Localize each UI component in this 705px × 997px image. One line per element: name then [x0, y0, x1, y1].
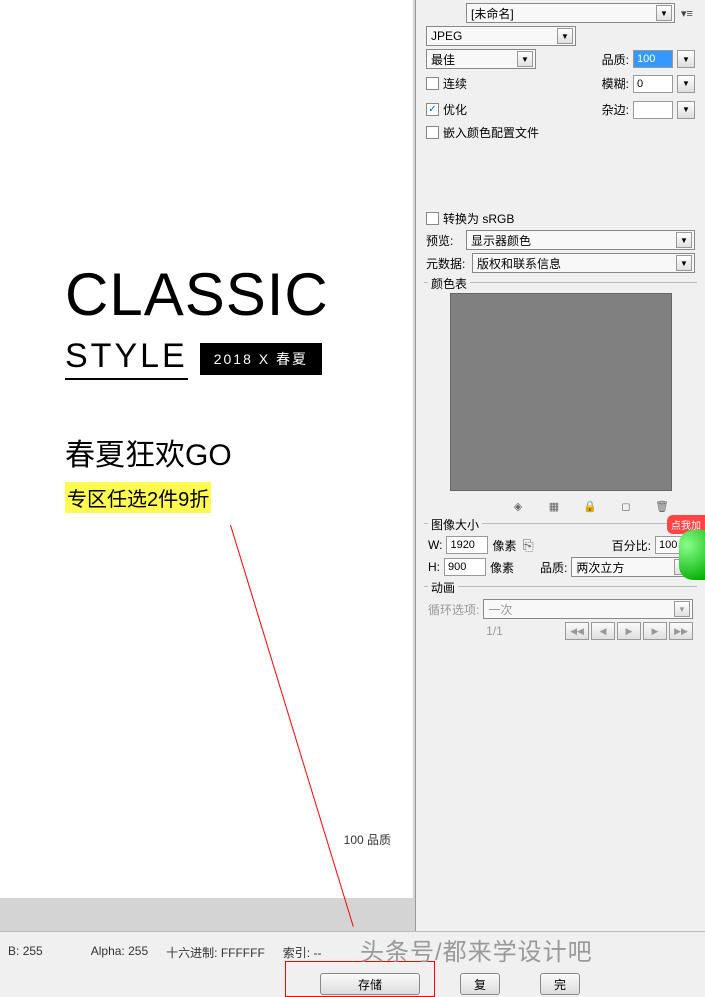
preset-dropdown[interactable]: [未命名] ▼ — [466, 3, 675, 23]
height-input[interactable] — [444, 558, 486, 576]
index-label: 索引: — [283, 946, 310, 960]
quality-input[interactable] — [633, 50, 673, 68]
prev-frame-button[interactable]: ◀ — [591, 622, 615, 640]
chevron-down-icon: ▼ — [674, 601, 690, 617]
loop-value: 一次 — [488, 601, 512, 618]
preview-dropdown[interactable]: 显示器颜色 ▼ — [466, 230, 695, 250]
loop-dropdown[interactable]: 一次 ▼ — [483, 599, 693, 619]
design-subtitle: STYLE — [65, 337, 188, 380]
first-frame-button[interactable]: ◀◀ — [565, 622, 589, 640]
eyedropper-icon[interactable]: ◈ — [511, 499, 525, 513]
chevron-down-icon: ▼ — [676, 232, 692, 248]
quality-label: 品质: — [602, 51, 629, 68]
menu-icon[interactable]: ▾≡ — [679, 5, 695, 21]
status-bar: B: 255 Alpha: 255 十六进制: FFFFFF 索引: -- 存储… — [0, 931, 705, 987]
metadata-dropdown[interactable]: 版权和联系信息 ▼ — [472, 253, 695, 273]
save-button[interactable]: 存储 — [320, 973, 420, 995]
animation-title: 动画 — [428, 579, 458, 596]
chevron-down-icon: ▼ — [557, 28, 573, 44]
hex-value: FFFFFF — [221, 946, 265, 960]
metadata-value: 版权和联系信息 — [477, 255, 561, 272]
width-unit: 像素 — [492, 537, 516, 554]
progressive-checkbox[interactable] — [426, 77, 439, 90]
hex-label: 十六进制: — [166, 946, 217, 960]
matte-label: 杂边: — [602, 101, 629, 118]
height-unit: 像素 — [490, 559, 514, 576]
preset-value: [未命名] — [471, 5, 514, 22]
play-button[interactable]: ▶ — [617, 622, 641, 640]
blur-input[interactable] — [633, 75, 673, 93]
blur-label: 模糊: — [602, 75, 629, 92]
srgb-checkbox[interactable] — [426, 212, 439, 225]
b-value: 255 — [23, 944, 43, 958]
chevron-down-icon[interactable]: ▼ — [677, 101, 695, 119]
promo-subtitle: 专区任选2件9折 — [65, 482, 211, 513]
format-dropdown[interactable]: JPEG ▼ — [426, 26, 576, 46]
resample-label: 品质: — [540, 559, 567, 576]
chevron-down-icon: ▼ — [517, 51, 533, 67]
height-label: H: — [428, 560, 440, 574]
copy-button[interactable]: 复 — [460, 973, 500, 995]
srgb-label: 转换为 sRGB — [443, 210, 514, 227]
loop-label: 循环选项: — [428, 601, 479, 618]
metadata-label: 元数据: — [426, 255, 468, 272]
optimize-label: 优化 — [443, 101, 467, 118]
matte-swatch[interactable] — [633, 101, 673, 119]
resample-dropdown[interactable]: 两次立方 ▼ — [571, 557, 693, 577]
embed-profile-label: 嵌入颜色配置文件 — [443, 124, 539, 141]
percent-label: 百分比: — [612, 537, 651, 554]
progressive-label: 连续 — [443, 75, 467, 92]
new-icon[interactable]: ◻ — [619, 499, 633, 513]
design-badge: 2018 X 春夏 — [200, 343, 322, 375]
page-indicator: 1/1 — [428, 624, 561, 638]
chevron-down-icon[interactable]: ▼ — [677, 75, 695, 93]
preview-label: 预览: — [426, 232, 462, 249]
link-icon[interactable]: ⎘ — [522, 537, 533, 554]
alpha-label: Alpha: — [91, 944, 125, 958]
resample-value: 两次立方 — [576, 559, 624, 576]
chevron-down-icon: ▼ — [676, 255, 692, 271]
format-quality-dropdown[interactable]: 最佳 ▼ — [426, 49, 536, 69]
image-size-title: 图像大小 — [428, 516, 482, 533]
done-button[interactable]: 完 — [540, 973, 580, 995]
color-table — [450, 293, 672, 491]
chevron-down-icon[interactable]: ▼ — [677, 50, 695, 68]
promo-title: 春夏狂欢GO — [65, 430, 393, 474]
export-panel: [未命名] ▼ ▾≡ JPEG ▼ 最佳 ▼ 品质: ▼ — [415, 0, 705, 987]
lock-icon[interactable]: 🔒 — [583, 499, 597, 513]
b-label: B: — [8, 944, 19, 958]
width-input[interactable] — [446, 536, 488, 554]
chevron-down-icon: ▼ — [656, 5, 672, 21]
quality-footer: 100 品质 — [344, 831, 391, 848]
embed-profile-checkbox[interactable] — [426, 126, 439, 139]
optimize-checkbox[interactable]: ✓ — [426, 103, 439, 116]
design-title: CLASSIC — [65, 260, 393, 329]
index-value: -- — [313, 946, 321, 960]
palette-icon[interactable]: ▦ — [547, 499, 561, 513]
chat-bubble-icon[interactable] — [679, 530, 705, 580]
trash-icon[interactable]: 🗑 — [655, 499, 669, 513]
width-label: W: — [428, 538, 442, 552]
format-quality-value: 最佳 — [431, 51, 455, 68]
next-frame-button[interactable]: ▶ — [643, 622, 667, 640]
canvas-preview: CLASSIC STYLE 2018 X 春夏 春夏狂欢GO 专区任选2件9折 … — [0, 0, 415, 987]
last-frame-button[interactable]: ▶▶ — [669, 622, 693, 640]
format-value: JPEG — [431, 29, 462, 43]
preview-value: 显示器颜色 — [471, 232, 531, 249]
alpha-value: 255 — [128, 944, 148, 958]
color-table-title: 颜色表 — [428, 275, 470, 292]
